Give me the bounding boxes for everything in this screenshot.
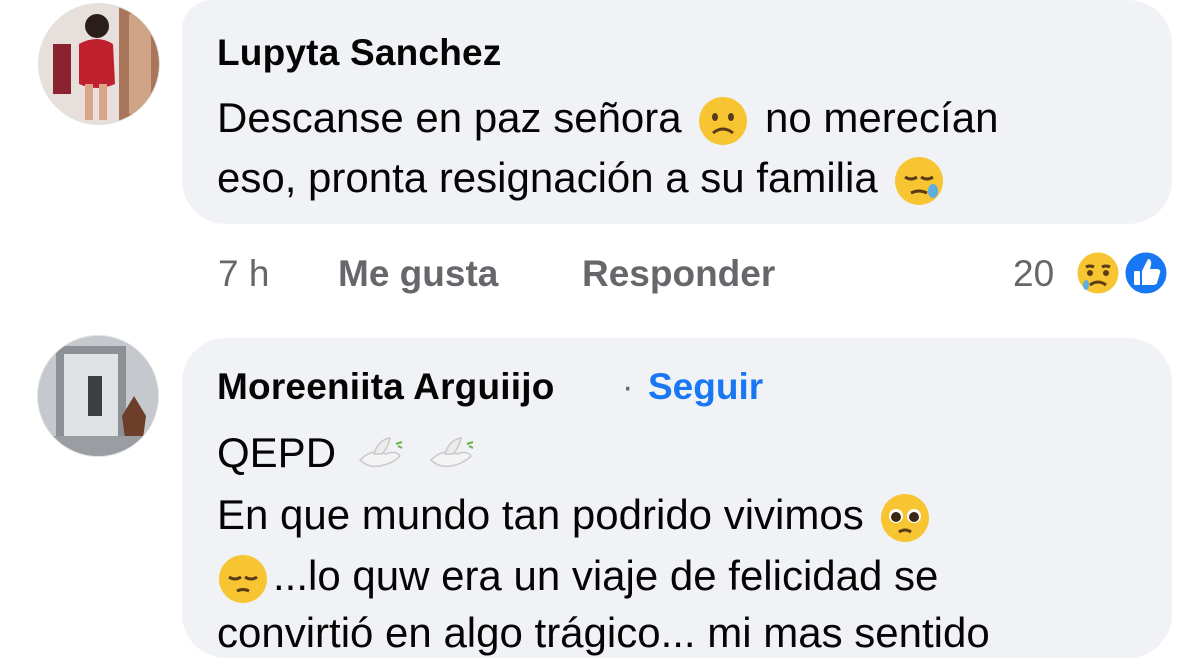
like-reaction-icon[interactable] bbox=[1120, 247, 1172, 299]
dove-icon bbox=[430, 437, 474, 468]
comment-text-line: eso, pronta resignación a su familia bbox=[217, 155, 949, 207]
reaction-count[interactable]: 20 bbox=[1013, 253, 1054, 295]
separator-dot: · bbox=[622, 368, 634, 406]
dove-icon bbox=[358, 437, 403, 468]
comment-author[interactable]: Lupyta Sanchez bbox=[217, 32, 501, 74]
frowning-face-icon bbox=[699, 97, 748, 145]
pensive-face-icon bbox=[219, 555, 267, 603]
sleepy-face-icon bbox=[895, 157, 944, 205]
like-button[interactable]: Me gusta bbox=[338, 253, 498, 295]
comment-text-line: ...lo quw era un viaje de felicidad se bbox=[217, 553, 938, 605]
pleading-face-icon bbox=[881, 494, 930, 542]
sad-reaction-icon[interactable] bbox=[1072, 247, 1124, 299]
comment-text-line: QEPD bbox=[217, 430, 479, 482]
follow-button[interactable]: Seguir bbox=[648, 366, 763, 408]
reply-button[interactable]: Responder bbox=[582, 253, 775, 295]
comment-timestamp[interactable]: 7 h bbox=[218, 253, 269, 295]
comment-author[interactable]: Moreeniita Arguiijo bbox=[217, 366, 555, 408]
avatar[interactable] bbox=[38, 336, 158, 456]
avatar[interactable] bbox=[39, 4, 159, 124]
comment-text-line: convirtió en algo trágico... mi mas sent… bbox=[217, 609, 990, 656]
comment-text-line: Descanse en paz señora no merecían bbox=[217, 95, 998, 147]
comment-text-line: En que mundo tan podrido vivimos bbox=[217, 492, 935, 544]
